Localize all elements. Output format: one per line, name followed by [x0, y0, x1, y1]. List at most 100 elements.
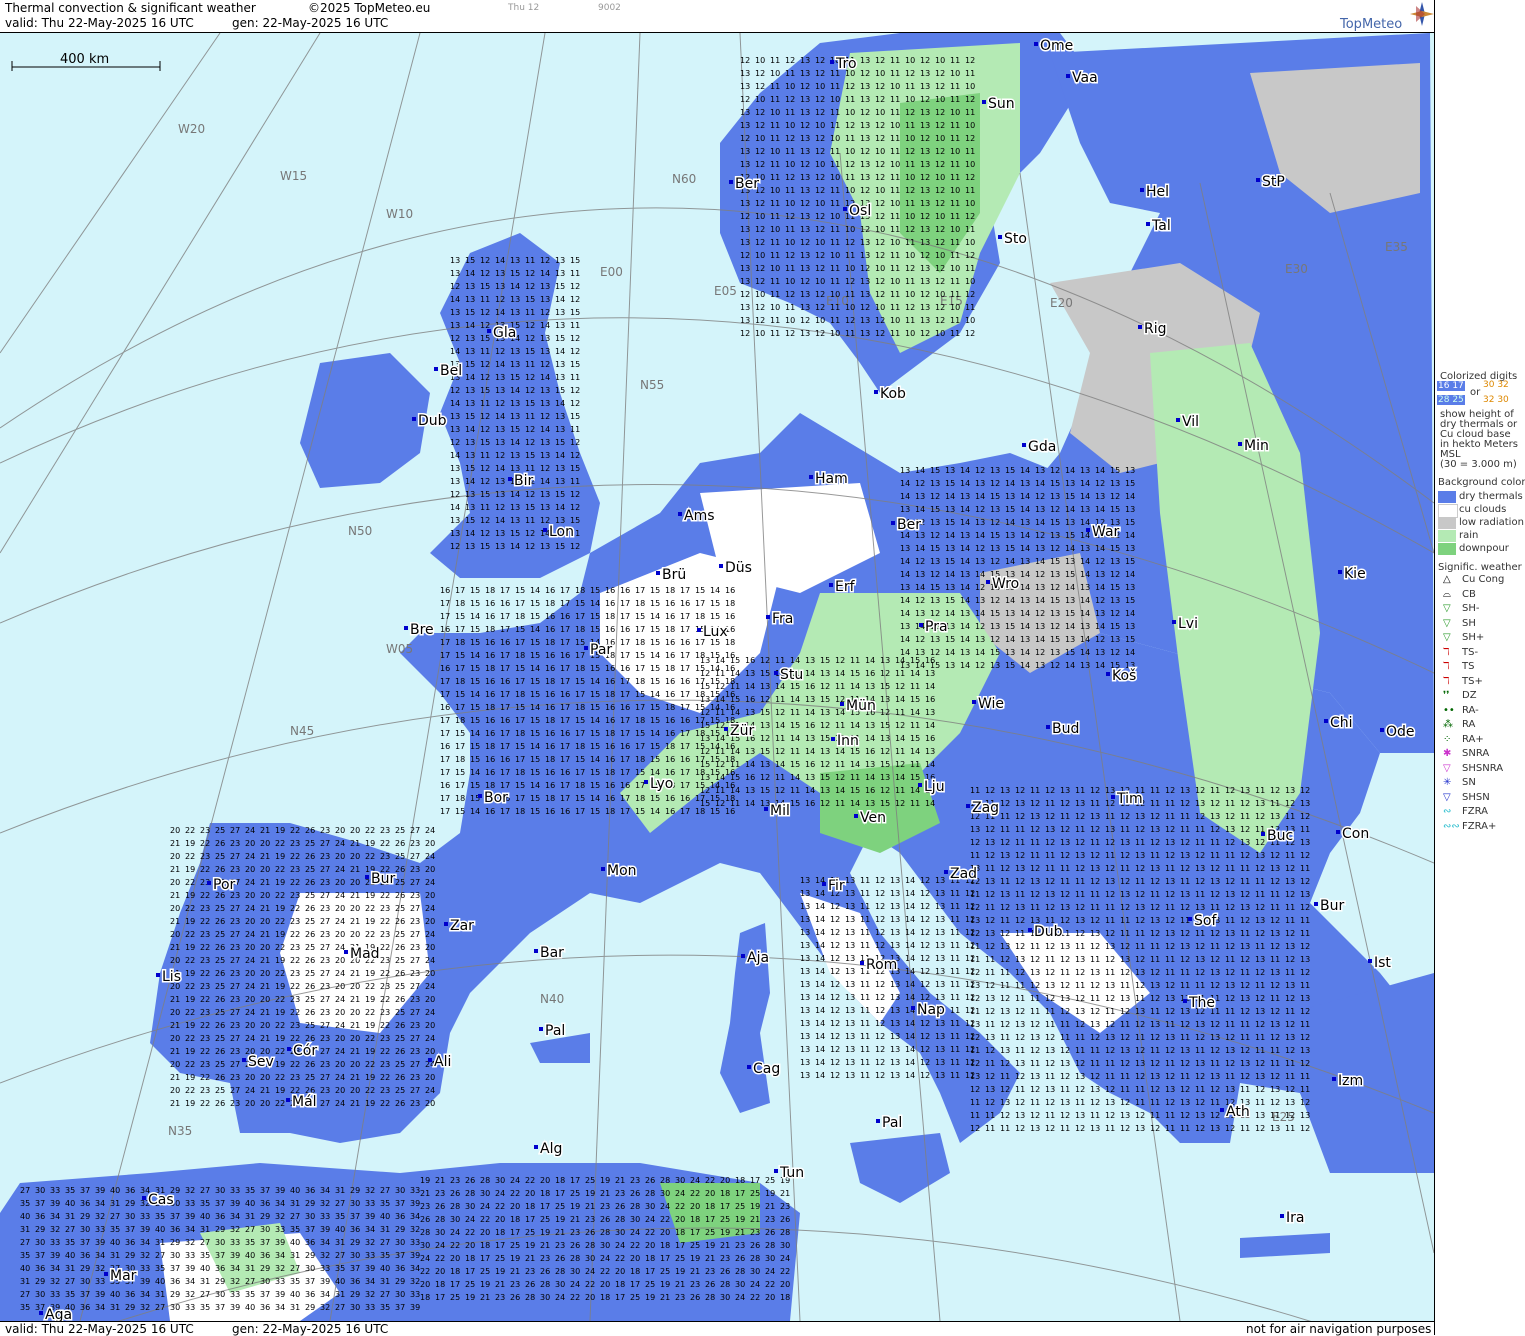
city-dub2[interactable]: DubDub	[1028, 923, 1064, 942]
thermal-digit: 37	[80, 1186, 90, 1195]
thermal-digit: 13	[935, 967, 945, 976]
thermal-digit: 14	[495, 464, 505, 473]
thermal-digit: 10	[755, 251, 765, 260]
thermal-digit: 13	[1150, 825, 1160, 834]
thermal-digit: 11	[1090, 890, 1100, 899]
thermal-digit: 11	[770, 199, 780, 208]
thermal-digit: 13	[960, 570, 970, 579]
thermal-digit: 15	[525, 399, 535, 408]
thermal-digit: 10	[815, 199, 825, 208]
thermal-digit: 19	[185, 1073, 195, 1082]
weather-symbol-icon: ∾	[1443, 806, 1451, 817]
thermal-digit: 13	[1105, 981, 1115, 990]
thermal-digit: 17	[515, 677, 525, 686]
thermal-digit: 16	[545, 690, 555, 699]
thermal-digit: 15	[515, 625, 525, 634]
thermal-digit: 17	[635, 586, 645, 595]
thermal-digit: 15	[650, 586, 660, 595]
city-label: Mün	[846, 698, 876, 714]
city-mad[interactable]: MadMad	[344, 945, 381, 964]
thermal-digit: 14	[815, 1019, 825, 1028]
city-mun[interactable]: MünMün	[840, 697, 877, 716]
thermal-digit: 10	[755, 56, 765, 65]
thermal-digit: 19	[275, 1060, 285, 1069]
thermal-digit: 21	[260, 1034, 270, 1043]
thermal-digit: 22	[380, 917, 390, 926]
thermal-digit: 30	[675, 1176, 685, 1185]
thermal-digit: 12	[450, 438, 460, 447]
thermal-digit: 13	[1050, 531, 1060, 540]
thermal-digit: 18	[485, 625, 495, 634]
thermal-digit: 12	[905, 69, 915, 78]
city-ode[interactable]: OdeOde	[1380, 723, 1416, 742]
thermal-digit: 25	[305, 969, 315, 978]
thermal-digit: 18	[510, 1215, 520, 1224]
thermal-digit: 30	[495, 1176, 505, 1185]
thermal-digit: 17	[495, 1241, 505, 1250]
thermal-digit: 13	[925, 747, 935, 756]
thermal-digit: 12	[755, 264, 765, 273]
thermal-digit: 11	[1000, 1124, 1010, 1133]
thermal-digit: 40	[155, 1277, 165, 1286]
thermal-digit: 25	[305, 865, 315, 874]
thermal-digit: 15	[555, 438, 565, 447]
thermal-digit: 11	[1135, 877, 1145, 886]
thermal-digit: 12	[875, 941, 885, 950]
thermal-digit: 31	[335, 1290, 345, 1299]
thermal-digit: 13	[800, 1071, 810, 1080]
thermal-digit: 14	[1020, 531, 1030, 540]
city-nap[interactable]: NapNap	[911, 1001, 947, 1020]
thermal-digit: 28	[465, 1189, 475, 1198]
city-ham[interactable]: HamHam	[809, 470, 849, 489]
legend-weather-label: RA	[1462, 719, 1475, 730]
city-rom[interactable]: RomRom	[860, 956, 899, 975]
thermal-digit: 19	[645, 1293, 655, 1302]
thermal-digit: 12	[700, 669, 710, 678]
thermal-digit: 13	[930, 596, 940, 605]
thermal-digit: 30	[215, 1238, 225, 1247]
thermal-digit: 11	[1240, 929, 1250, 938]
thermal-digit: 12	[495, 295, 505, 304]
thermal-digit: 14	[1125, 570, 1135, 579]
thermal-digit: 13	[800, 902, 810, 911]
thermal-digit: 12	[905, 303, 915, 312]
thermal-digit: 14	[715, 773, 725, 782]
thermal-digit: 12	[525, 438, 535, 447]
thermal-digit: 12	[860, 186, 870, 195]
city-marker-icon	[508, 477, 512, 481]
thermal-digit: 11	[1045, 1072, 1055, 1081]
thermal-digit: 12	[1060, 1046, 1070, 1055]
thermal-digit: 16	[440, 742, 450, 751]
thermal-digit: 12	[915, 557, 925, 566]
city-gda[interactable]: GdaGda	[1022, 438, 1058, 457]
thermal-digit: 12	[1270, 1098, 1280, 1107]
thermal-digit: 12	[965, 941, 975, 950]
thermal-digit: 25	[660, 1267, 670, 1276]
topmeteo-logo[interactable]: TopMeteo	[1336, 0, 1434, 32]
thermal-digit: 12	[1255, 838, 1265, 847]
thermal-digit: 27	[335, 1303, 345, 1312]
forecast-map[interactable]: W20 W15 W10 W05 E00 E05 E10 E15 E20 E25 E30 E35 N60 N…	[0, 33, 1434, 1321]
thermal-digit: 25	[585, 1176, 595, 1185]
thermal-digit: 22	[275, 1073, 285, 1082]
thermal-digit: 12	[880, 747, 890, 756]
city-war[interactable]: WarWar	[1086, 523, 1121, 542]
thermal-digit: 12	[875, 316, 885, 325]
city-ams[interactable]: AmsAms	[678, 507, 716, 526]
thermal-digit: 26	[305, 930, 315, 939]
thermal-digit: 15	[470, 677, 480, 686]
city-mon[interactable]: MonMon	[601, 862, 638, 881]
city-dub[interactable]: DubDub	[412, 412, 448, 431]
thermal-digit: 14	[915, 583, 925, 592]
thermal-digit: 13	[540, 347, 550, 356]
thermal-digit: 13	[985, 838, 995, 847]
city-ome[interactable]: OmeOme	[1034, 37, 1075, 56]
thermal-digit: 13	[1105, 1033, 1115, 1042]
thermal-digit: 35	[335, 1212, 345, 1221]
thermal-digit: 13	[985, 1085, 995, 1094]
thermal-digit: 21	[350, 865, 360, 874]
city-marker-icon	[1022, 443, 1026, 447]
thermal-digit: 27	[320, 1021, 330, 1030]
thermal-digit: 12	[1045, 877, 1055, 886]
thermal-digit: 23	[230, 865, 240, 874]
